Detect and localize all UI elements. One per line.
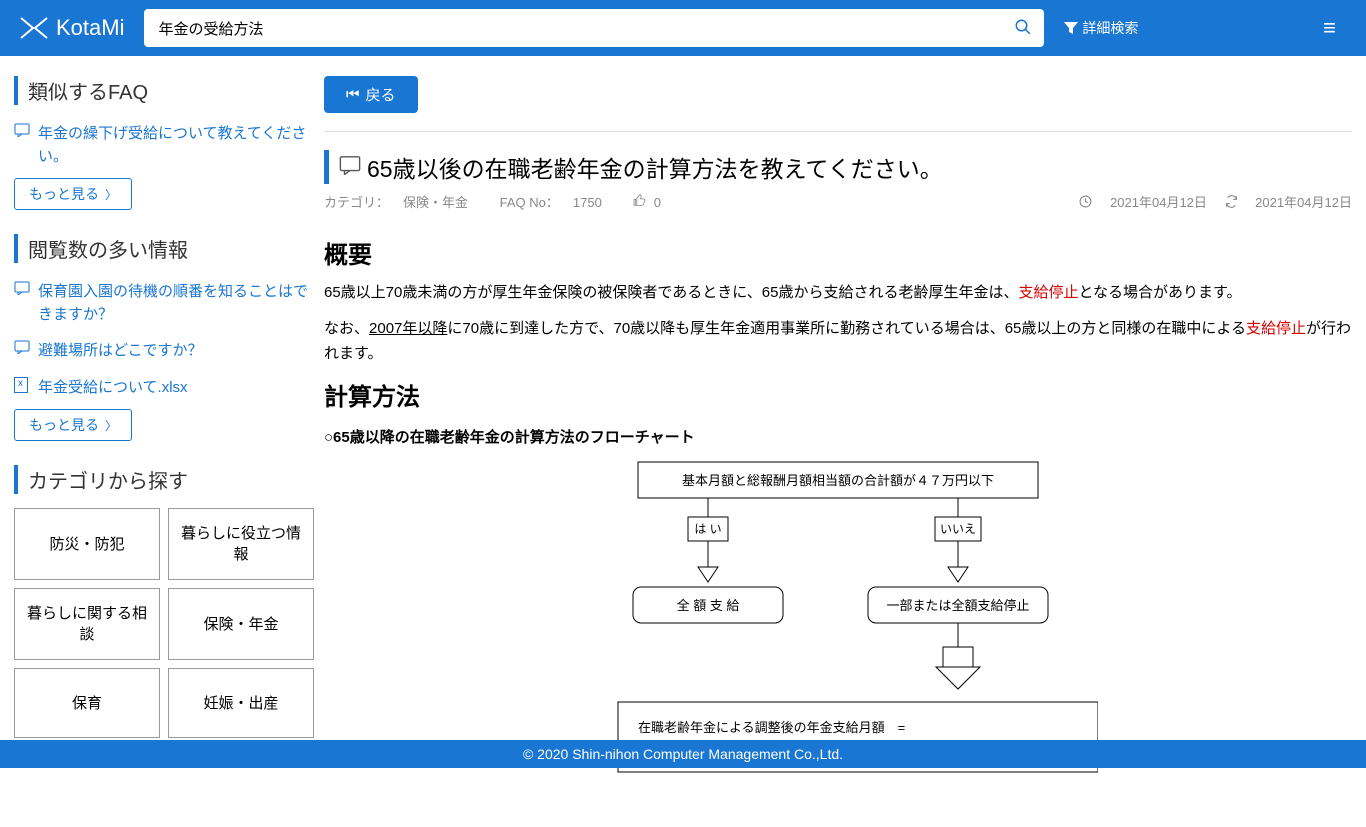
footer-copyright: © 2020 Shin-nihon Computer Management Co… bbox=[0, 740, 1366, 768]
svg-text:全 額 支 給: 全 額 支 給 bbox=[677, 598, 740, 613]
popular-item[interactable]: 保育園入園の待機の順番を知ることはできますか？ bbox=[14, 277, 314, 330]
search-icon bbox=[1014, 18, 1032, 36]
similar-faq-link[interactable]: 年金の繰下げ受給について教えてください。 bbox=[38, 123, 314, 168]
sync-icon bbox=[1225, 195, 1238, 208]
category-tile[interactable]: 保険・年金 bbox=[168, 588, 314, 660]
chat-icon bbox=[14, 340, 32, 357]
article-title: 65歳以後の在職老齢年金の計算方法を教えてください。 bbox=[324, 150, 1352, 184]
svg-text:在職老齢年金による調整後の年金支給月額 =: 在職老齢年金による調整後の年金支給月額 = bbox=[638, 720, 905, 735]
brand-logo[interactable]: KotaMi bbox=[20, 15, 124, 41]
chat-icon bbox=[339, 154, 361, 181]
category-tile[interactable]: 防災・防犯 bbox=[14, 508, 160, 580]
popular-link[interactable]: 保育園入園の待機の順番を知ることはできますか？ bbox=[38, 281, 314, 326]
section-heading-calc: 計算方法 bbox=[324, 377, 1352, 412]
article-meta-left: カテゴリ：保険・年金 FAQ No：1750 0 bbox=[324, 192, 689, 211]
svg-text:いいえ: いいえ bbox=[940, 522, 976, 536]
category-tile[interactable]: 暮らしに関する相談 bbox=[14, 588, 160, 660]
more-button[interactable]: もっと見る〉 bbox=[14, 409, 132, 441]
filter-icon bbox=[1064, 21, 1078, 35]
chat-icon bbox=[14, 281, 32, 298]
clock-icon bbox=[1079, 195, 1092, 208]
flowchart-title: ○65歳以降の在職老齢年金の計算方法のフローチャート bbox=[324, 426, 1352, 447]
popular-heading: 閲覧数の多い情報 bbox=[14, 234, 314, 263]
popular-link[interactable]: 年金受給について.xlsx bbox=[38, 377, 188, 400]
overview-text: なお、2007年以降に70歳に到達した方で、70歳以降も厚生年金適用事業所に勤務… bbox=[324, 316, 1352, 367]
chevron-right-icon: 〉 bbox=[105, 417, 117, 434]
category-tile[interactable]: 保育 bbox=[14, 668, 160, 738]
similar-faq-heading: 類似するFAQ bbox=[14, 76, 314, 105]
more-button[interactable]: もっと見る〉 bbox=[14, 178, 132, 210]
category-tile[interactable]: 暮らしに役立つ情報 bbox=[168, 508, 314, 580]
back-button[interactable]: ⏮ 戻る bbox=[324, 76, 418, 113]
thumbs-up-icon bbox=[633, 194, 646, 207]
chevron-right-icon: 〉 bbox=[105, 186, 117, 203]
popular-item[interactable]: 避難場所はどこですか？ bbox=[14, 336, 314, 367]
search-input[interactable] bbox=[144, 9, 1044, 47]
back-icon: ⏮ bbox=[346, 86, 360, 103]
hamburger-menu-icon[interactable]: ≡ bbox=[1313, 15, 1346, 41]
like-count[interactable]: 0 bbox=[633, 195, 674, 210]
category-tile[interactable]: 妊娠・出産 bbox=[168, 668, 314, 738]
flowchart-diagram: 基本月額と総報酬月額相当額の合計額が４７万円以下 は い いいえ 全 額 支 給… bbox=[578, 457, 1098, 787]
chat-icon bbox=[14, 123, 32, 140]
search-button[interactable] bbox=[1006, 13, 1040, 43]
xlsx-icon bbox=[14, 377, 32, 396]
similar-faq-item[interactable]: 年金の繰下げ受給について教えてください。 bbox=[14, 119, 314, 172]
article-meta-right: 2021年04月12日 2021年04月12日 bbox=[1065, 192, 1352, 211]
svg-text:一部または全額支給停止: 一部または全額支給停止 bbox=[886, 598, 1029, 613]
overview-text: 65歳以上70歳未満の方が厚生年金保険の被保険者であるときに、65歳から支給され… bbox=[324, 280, 1352, 306]
svg-text:は い: は い bbox=[694, 522, 721, 536]
section-heading-overview: 概要 bbox=[324, 235, 1352, 270]
advanced-search-link[interactable]: 詳細検索 bbox=[1064, 18, 1138, 38]
svg-text:基本月額と総報酬月額相当額の合計額が４７万円以下: 基本月額と総報酬月額相当額の合計額が４７万円以下 bbox=[682, 473, 994, 488]
popular-link[interactable]: 避難場所はどこですか？ bbox=[38, 340, 203, 363]
brand-name: KotaMi bbox=[56, 15, 124, 41]
popular-item[interactable]: 年金受給について.xlsx bbox=[14, 373, 314, 404]
category-heading: カテゴリから探す bbox=[14, 465, 314, 494]
